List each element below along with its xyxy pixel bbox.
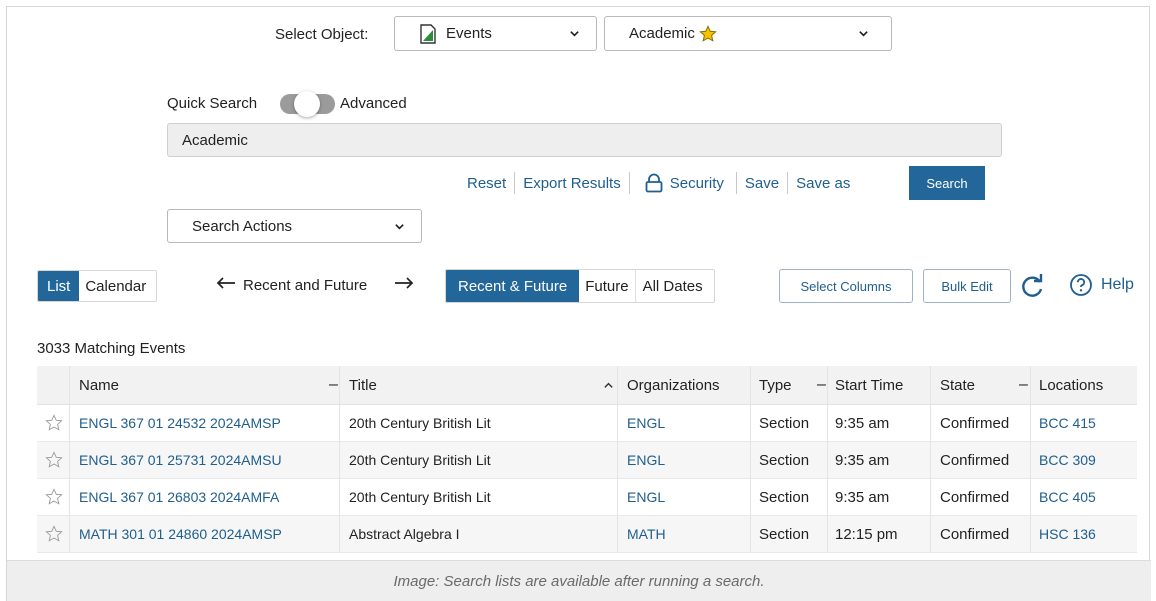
select-object-label: Select Object: [275,26,369,43]
search-actions-dropdown[interactable]: Search Actions [167,209,422,243]
start-time: 9:35 am [835,488,890,506]
table-header: Name – Title Organizations Type – Start … [37,366,1137,405]
object-type-value: Events [446,25,492,42]
start-time: 9:35 am [835,451,890,469]
search-input[interactable]: Academic [167,123,1002,157]
reset-link[interactable]: Reset [467,175,514,192]
lock-icon [644,173,664,193]
favorite-star-icon[interactable] [45,442,63,478]
table-row[interactable]: ENGL 367 01 24532 2024AMSP 20th Century … [37,405,1137,442]
favorite-star-icon[interactable] [45,479,63,515]
results-table: Name – Title Organizations Type – Start … [37,366,1137,553]
search-button[interactable]: Search [909,166,985,200]
bulk-edit-button[interactable]: Bulk Edit [923,269,1011,303]
event-state: Confirmed [940,414,1010,432]
collapse-column-icon[interactable]: – [329,366,338,404]
location-link[interactable]: BCC 415 [1039,405,1096,441]
organization-link[interactable]: MATH [627,516,666,552]
event-type: Section [759,414,810,432]
list-view-button[interactable]: List [38,271,80,301]
event-name-link[interactable]: ENGL 367 01 25731 2024AMSU [79,442,282,478]
security-link[interactable]: Security [630,173,732,193]
event-state: Confirmed [940,451,1010,469]
column-header-name[interactable]: Name [79,366,119,404]
location-link[interactable]: HSC 136 [1039,516,1096,552]
help-circle-icon [1069,273,1093,297]
advanced-label: Advanced [340,95,407,112]
search-action-bar: Reset Export Results Security Save Save … [467,166,858,200]
column-header-start-time[interactable]: Start Time [835,366,903,404]
date-range-label: Recent and Future [243,277,368,294]
event-name-link[interactable]: ENGL 367 01 26803 2024AMFA [79,479,279,515]
table-row[interactable]: ENGL 367 01 26803 2024AMFA 20th Century … [37,479,1137,516]
collapse-column-icon[interactable]: – [817,366,826,404]
chevron-down-icon [569,28,580,39]
quick-search-label: Quick Search [167,95,258,112]
event-name-link[interactable]: ENGL 367 01 24532 2024AMSP [79,405,281,441]
table-row[interactable]: ENGL 367 01 25731 2024AMSU 20th Century … [37,442,1137,479]
organization-link[interactable]: ENGL [627,405,665,441]
favorite-star-icon[interactable] [45,516,63,552]
event-title: Abstract Algebra I [349,526,460,542]
future-button[interactable]: Future [579,270,635,302]
event-state: Confirmed [940,525,1010,543]
security-label: Security [669,174,724,192]
chevron-down-icon [394,221,405,232]
search-actions-label: Search Actions [192,217,293,235]
organization-link[interactable]: ENGL [627,479,665,515]
search-mode-toggle[interactable] [280,91,335,117]
start-time: 9:35 am [835,414,890,432]
search-input-value: Academic [182,131,248,149]
results-count: 3033 Matching Events [37,340,186,357]
event-type: Section [759,525,810,543]
date-filter-group: Recent & Future Future All Dates [445,269,715,303]
toggle-knob [294,91,320,117]
view-toggle: List Calendar [37,270,158,302]
favorite-star-icon[interactable] [45,405,63,441]
help-link[interactable]: Help [1069,273,1134,297]
event-title: 20th Century British Lit [349,489,491,505]
column-header-title[interactable]: Title [349,366,377,404]
event-type: Section [759,488,810,506]
caption-bar: Image: Search lists are available after … [7,560,1151,601]
star-icon [699,24,717,43]
chevron-down-icon [858,28,869,39]
export-results-link[interactable]: Export Results [515,175,629,192]
event-title: 20th Century British Lit [349,452,491,468]
event-name-link[interactable]: MATH 301 01 24860 2024AMSP [79,516,282,552]
help-label: Help [1101,276,1134,293]
saved-search-dropdown[interactable]: Academic [604,16,892,51]
arrow-left-icon[interactable] [215,275,237,291]
all-dates-button[interactable]: All Dates [634,270,714,302]
recent-future-button[interactable]: Recent & Future [446,270,580,302]
events-icon [420,23,436,44]
refresh-icon[interactable] [1019,273,1045,299]
column-header-state[interactable]: State [940,366,975,404]
organization-link[interactable]: ENGL [627,442,665,478]
image-caption: Image: Search lists are available after … [393,573,765,590]
location-link[interactable]: BCC 309 [1039,442,1096,478]
calendar-view-button[interactable]: Calendar [79,271,157,301]
sort-ascending-icon[interactable] [603,366,614,404]
event-state: Confirmed [940,488,1010,506]
save-link[interactable]: Save [737,175,787,192]
start-time: 12:15 pm [835,525,898,543]
collapse-column-icon[interactable]: – [1019,366,1028,404]
event-type: Section [759,451,810,469]
event-title: 20th Century British Lit [349,415,491,431]
table-row[interactable]: MATH 301 01 24860 2024AMSP Abstract Alge… [37,516,1137,553]
select-columns-button[interactable]: Select Columns [779,269,913,303]
save-as-link[interactable]: Save as [788,175,858,192]
column-header-locations[interactable]: Locations [1039,366,1103,404]
column-header-type[interactable]: Type [759,366,792,404]
saved-search-value: Academic [629,25,695,42]
object-type-dropdown[interactable]: Events [394,16,597,51]
location-link[interactable]: BCC 405 [1039,479,1096,515]
arrow-right-icon[interactable] [393,275,415,291]
column-header-organizations[interactable]: Organizations [627,366,720,404]
page-frame: Select Object: Events Academic Quick Sea… [6,6,1151,601]
